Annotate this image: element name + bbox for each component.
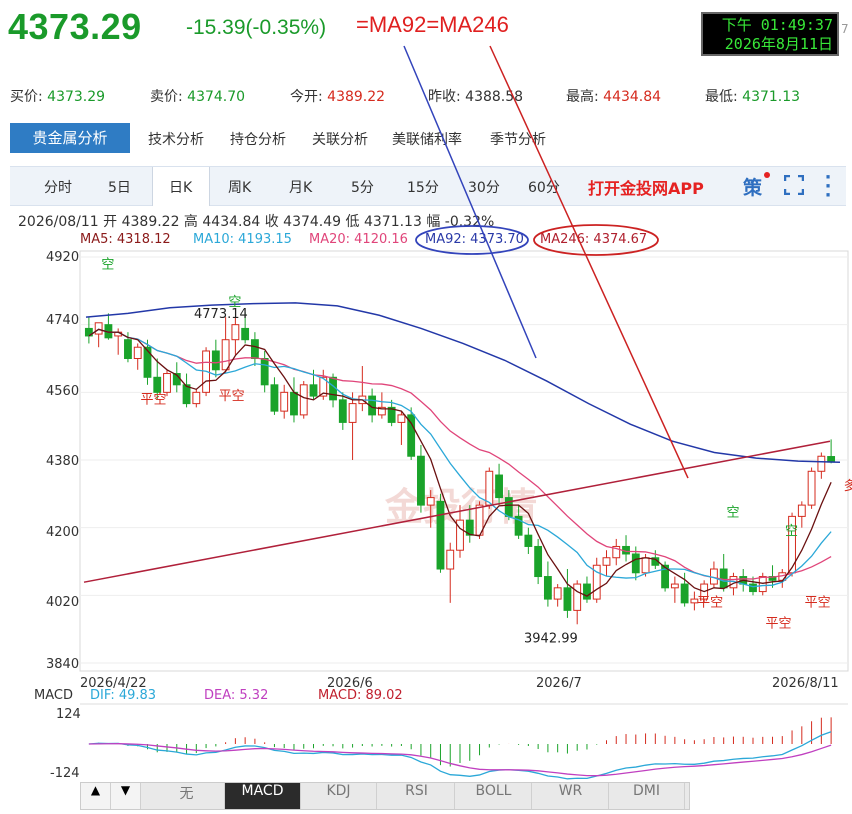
signal-mark: 空 — [101, 257, 114, 272]
candle-body — [231, 324, 240, 341]
candle-body — [338, 399, 347, 423]
candle-body — [153, 376, 162, 393]
indicator-macd[interactable]: MACD — [225, 783, 301, 809]
candle-body — [250, 339, 259, 360]
signal-mark: 平空 — [766, 616, 792, 631]
ma246-pointer-arrow — [489, 45, 689, 479]
candle-body — [270, 384, 279, 412]
ma92-highlight-ellipse — [415, 225, 529, 255]
indicator-rsi[interactable]: RSI — [379, 783, 455, 809]
candle-body — [163, 373, 171, 393]
candle-body — [504, 497, 513, 517]
candle-body — [495, 474, 503, 499]
candle-body — [534, 545, 543, 578]
candle-body — [641, 557, 650, 574]
price-chart: 金投行情4773.143942.99空平空空平空空平空空平空平空多 — [79, 45, 852, 780]
low-annotation: 3942.99 — [524, 631, 578, 646]
candle-body — [446, 549, 455, 570]
candle-body — [631, 553, 640, 574]
candle-body — [524, 534, 533, 547]
candle-body — [192, 391, 201, 405]
indicator-none[interactable]: 无 — [149, 783, 225, 809]
ma246-line — [83, 440, 831, 583]
candle-body — [290, 391, 298, 416]
candle-body — [758, 576, 767, 593]
signal-mark: 平空 — [140, 393, 166, 408]
signal-mark: 空 — [228, 295, 241, 310]
signal-mark: 平空 — [219, 389, 245, 404]
ma92-line — [85, 302, 841, 464]
candle-body — [573, 583, 582, 611]
candle-body — [211, 350, 220, 371]
indicator-dmi[interactable]: DMI — [609, 783, 685, 809]
candle-body — [143, 346, 152, 378]
indicator-kdj[interactable]: KDJ — [301, 783, 377, 809]
candle-body — [260, 358, 269, 386]
scroll-up-button[interactable]: ▲ — [81, 783, 111, 809]
scroll-down-button[interactable]: ▼ — [111, 783, 141, 809]
candle-body — [426, 497, 435, 506]
candle-body — [602, 557, 611, 566]
indicator-boll[interactable]: BOLL — [456, 783, 532, 809]
candle-body — [670, 583, 679, 589]
candle-body — [124, 339, 132, 360]
candle-body — [436, 500, 445, 570]
candle-body — [241, 327, 250, 341]
candle-body — [553, 587, 562, 600]
candle-body — [680, 583, 689, 604]
signal-mark: 空 — [726, 505, 739, 520]
candle-body — [563, 587, 572, 611]
candle-body — [485, 470, 494, 506]
candle-body — [583, 583, 591, 600]
candle-body — [309, 384, 318, 397]
indicator-bar: ▲ ▼ 无 MACD KDJ RSI BOLL WR DMI — [80, 782, 690, 810]
candle-body — [417, 455, 425, 506]
signal-mark: 平空 — [805, 596, 831, 611]
signal-mark: 平空 — [697, 596, 723, 611]
candle-body — [543, 576, 552, 600]
candle-body — [807, 470, 816, 506]
candle-body — [749, 583, 757, 593]
candle-body — [94, 322, 103, 335]
ma92-pointer-arrow — [403, 45, 537, 359]
candle-body — [299, 384, 308, 416]
candle-body — [221, 339, 230, 371]
signal-mark: 多 — [844, 478, 852, 494]
candle-body — [397, 414, 406, 423]
candle-body — [797, 504, 806, 517]
indicator-wr[interactable]: WR — [533, 783, 609, 809]
candle-body — [280, 391, 289, 412]
candle-body — [348, 403, 357, 423]
candle-body — [133, 346, 142, 360]
signal-mark: 空 — [785, 524, 798, 539]
candle-body — [817, 455, 826, 472]
